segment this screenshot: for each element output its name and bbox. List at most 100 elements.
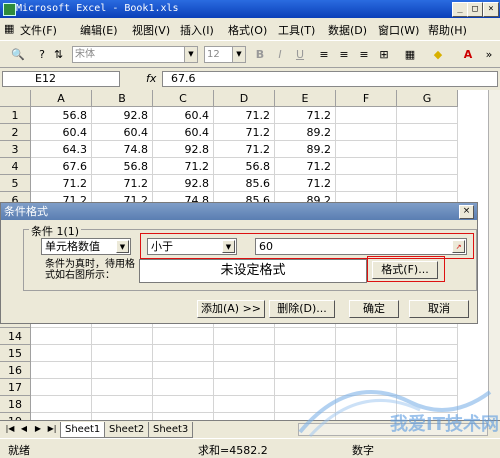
- cell-a5[interactable]: 71.2: [31, 175, 92, 192]
- row-header-14[interactable]: 14: [0, 328, 31, 345]
- cancel-button[interactable]: 取消: [409, 300, 469, 318]
- cell-a1[interactable]: 56.8: [31, 107, 92, 124]
- row-header-4[interactable]: 4: [0, 158, 31, 175]
- chevron-down-icon[interactable]: ▼: [222, 240, 235, 253]
- sheet-tab-sheet3[interactable]: Sheet3: [148, 422, 194, 438]
- cell-d15[interactable]: [214, 345, 275, 362]
- row-header-3[interactable]: 3: [0, 141, 31, 158]
- row-header-19[interactable]: 19: [0, 413, 31, 420]
- last-sheet-icon[interactable]: ▶|: [44, 421, 60, 437]
- cell-c15[interactable]: [153, 345, 214, 362]
- menu-tools[interactable]: 工具(T): [278, 22, 315, 38]
- italic-button[interactable]: I: [272, 47, 288, 63]
- column-header-a[interactable]: A: [31, 90, 92, 107]
- cell-d16[interactable]: [214, 362, 275, 379]
- font-color-icon[interactable]: A: [460, 47, 476, 63]
- minimize-button[interactable]: _: [452, 2, 468, 17]
- cell-f14[interactable]: [336, 328, 397, 345]
- cell-b17[interactable]: [92, 379, 153, 396]
- cell-b5[interactable]: 71.2: [92, 175, 153, 192]
- chevron-down-icon[interactable]: ▼: [232, 47, 245, 62]
- cell-g2[interactable]: [397, 124, 458, 141]
- cell-c14[interactable]: [153, 328, 214, 345]
- column-header-f[interactable]: F: [336, 90, 397, 107]
- column-header-e[interactable]: E: [275, 90, 336, 107]
- row-header-1[interactable]: 1: [0, 107, 31, 124]
- cell-e15[interactable]: [275, 345, 336, 362]
- row-header-16[interactable]: 16: [0, 362, 31, 379]
- maximize-button[interactable]: □: [467, 2, 483, 17]
- cell-f15[interactable]: [336, 345, 397, 362]
- menu-help[interactable]: 帮助(H): [428, 22, 467, 38]
- cell-c4[interactable]: 71.2: [153, 158, 214, 175]
- delete-condition-button[interactable]: 删除(D)...: [269, 300, 335, 318]
- row-header-5[interactable]: 5: [0, 175, 31, 192]
- cell-a2[interactable]: 60.4: [31, 124, 92, 141]
- cell-g15[interactable]: [397, 345, 458, 362]
- fill-color-icon[interactable]: ◆: [430, 47, 446, 63]
- cell-b2[interactable]: 60.4: [92, 124, 153, 141]
- bold-button[interactable]: B: [252, 47, 268, 63]
- cell-a19[interactable]: [31, 413, 92, 420]
- cell-b16[interactable]: [92, 362, 153, 379]
- cell-b3[interactable]: 74.8: [92, 141, 153, 158]
- font-size-select[interactable]: 12 ▼: [204, 46, 246, 63]
- cell-c19[interactable]: [153, 413, 214, 420]
- cell-e2[interactable]: 89.2: [275, 124, 336, 141]
- cell-d18[interactable]: [214, 396, 275, 413]
- cell-e5[interactable]: 71.2: [275, 175, 336, 192]
- cell-g4[interactable]: [397, 158, 458, 175]
- menu-view[interactable]: 视图(V): [132, 22, 170, 38]
- row-header-15[interactable]: 15: [0, 345, 31, 362]
- column-header-b[interactable]: B: [92, 90, 153, 107]
- sort-icon[interactable]: ⇅: [54, 47, 63, 63]
- fx-icon[interactable]: fx: [146, 72, 156, 85]
- cell-b19[interactable]: [92, 413, 153, 420]
- condition-value-input[interactable]: 60 ↗: [255, 238, 467, 255]
- menu-insert[interactable]: 插入(I): [180, 22, 214, 38]
- font-name-select[interactable]: 宋体 ▼: [72, 46, 198, 63]
- cell-d1[interactable]: 71.2: [214, 107, 275, 124]
- borders-icon[interactable]: ▦: [402, 47, 418, 63]
- column-header-c[interactable]: C: [153, 90, 214, 107]
- menu-edit[interactable]: 编辑(E): [80, 22, 118, 38]
- align-left-icon[interactable]: ≡: [316, 47, 332, 63]
- cell-a16[interactable]: [31, 362, 92, 379]
- cell-d2[interactable]: 71.2: [214, 124, 275, 141]
- cell-f1[interactable]: [336, 107, 397, 124]
- close-button[interactable]: ×: [483, 2, 499, 17]
- cell-f5[interactable]: [336, 175, 397, 192]
- print-preview-icon[interactable]: 🔍: [10, 47, 26, 63]
- cell-c18[interactable]: [153, 396, 214, 413]
- sheet-tab-sheet1[interactable]: Sheet1: [60, 422, 106, 438]
- cell-c1[interactable]: 60.4: [153, 107, 214, 124]
- cell-e3[interactable]: 89.2: [275, 141, 336, 158]
- condition-type-select[interactable]: 单元格数值 ▼: [41, 238, 131, 255]
- cell-e4[interactable]: 71.2: [275, 158, 336, 175]
- row-header-2[interactable]: 2: [0, 124, 31, 141]
- vertical-scrollbar[interactable]: [488, 90, 500, 420]
- toolbar-options-icon[interactable]: »: [484, 47, 494, 63]
- cell-b15[interactable]: [92, 345, 153, 362]
- cell-d14[interactable]: [214, 328, 275, 345]
- cell-c3[interactable]: 92.8: [153, 141, 214, 158]
- cell-d19[interactable]: [214, 413, 275, 420]
- help-icon[interactable]: ?: [34, 47, 50, 63]
- chevron-down-icon[interactable]: ▼: [184, 47, 197, 62]
- cell-d3[interactable]: 71.2: [214, 141, 275, 158]
- align-right-icon[interactable]: ≡: [356, 47, 372, 63]
- menu-window[interactable]: 窗口(W): [378, 22, 419, 38]
- merge-center-icon[interactable]: ⊞: [376, 47, 392, 63]
- cell-f3[interactable]: [336, 141, 397, 158]
- column-header-g[interactable]: G: [397, 90, 458, 107]
- menu-data[interactable]: 数据(D): [328, 22, 367, 38]
- cell-a3[interactable]: 64.3: [31, 141, 92, 158]
- cell-d17[interactable]: [214, 379, 275, 396]
- column-header-d[interactable]: D: [214, 90, 275, 107]
- formula-input[interactable]: 67.6: [162, 71, 498, 87]
- select-all-corner[interactable]: [0, 90, 31, 107]
- add-condition-button[interactable]: 添加(A) >>: [197, 300, 265, 318]
- cell-d4[interactable]: 56.8: [214, 158, 275, 175]
- cell-a4[interactable]: 67.6: [31, 158, 92, 175]
- cell-a14[interactable]: [31, 328, 92, 345]
